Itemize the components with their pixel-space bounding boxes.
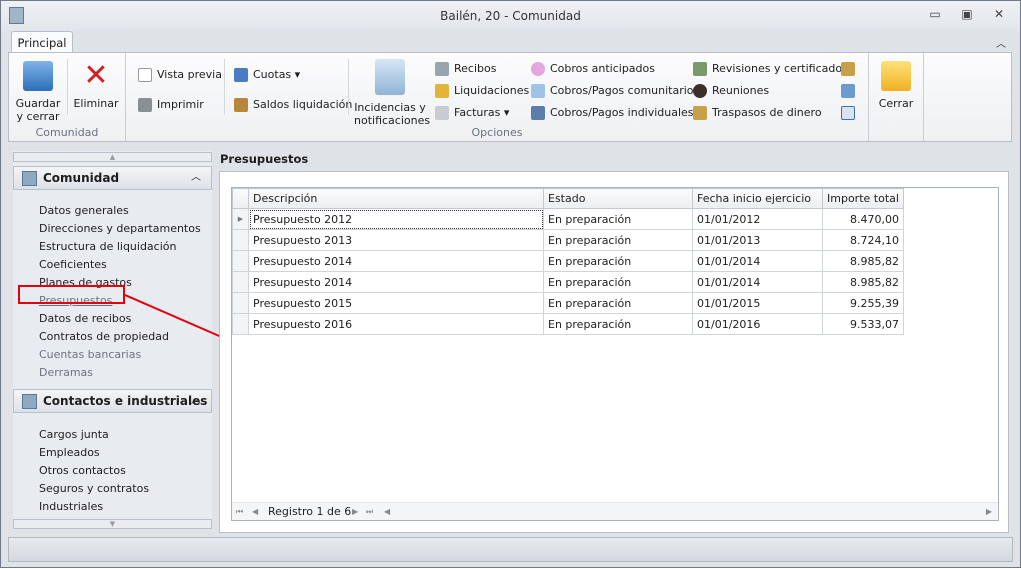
cell[interactable]: En preparación <box>543 271 693 293</box>
window: Bailén, 20 - Comunidad ▭ ▣ ✕ Principal ︿… <box>0 0 1021 568</box>
row-indicator <box>232 292 249 314</box>
table-row[interactable]: ▶ Presupuesto 2012 En preparación 01/01/201… <box>232 208 904 230</box>
cell[interactable]: En preparación <box>543 250 693 272</box>
cell[interactable]: Presupuesto 2014 <box>248 250 544 272</box>
row-indicator <box>232 229 249 251</box>
content-area: Presupuestos Descripción Estado Fecha inic… <box>219 149 1011 533</box>
row-indicator <box>232 313 249 335</box>
row-indicator <box>232 250 249 272</box>
cell[interactable]: 01/01/2013 <box>692 229 823 251</box>
indicator-header <box>232 188 249 209</box>
cell[interactable]: Presupuesto 2016 <box>248 313 544 335</box>
cell[interactable]: Presupuesto 2014 <box>248 271 544 293</box>
cell[interactable]: Presupuesto 2012 <box>248 208 544 230</box>
hscroll-left[interactable]: ◀ <box>384 503 390 521</box>
status-bar <box>8 537 1013 562</box>
hscroll-right[interactable]: ▶ <box>986 503 992 521</box>
cell[interactable]: Presupuesto 2015 <box>248 292 544 314</box>
cell[interactable]: 01/01/2012 <box>692 208 823 230</box>
column-header[interactable]: Descripción <box>248 188 544 209</box>
cell[interactable]: 8.985,82 <box>822 250 904 272</box>
presupuestos-grid: Descripción Estado Fecha inicio ejercicio I… <box>231 187 999 521</box>
column-header[interactable]: Fecha inicio ejercicio <box>692 188 823 209</box>
table-row[interactable]: Presupuesto 2016 En preparación 01/01/2016… <box>232 313 904 335</box>
cell[interactable]: En preparación <box>543 208 693 230</box>
table-row[interactable]: Presupuesto 2014 En preparación 01/01/2014… <box>232 250 904 272</box>
row-indicator: ▶ <box>232 208 249 230</box>
cell[interactable]: 8.724,10 <box>822 229 904 251</box>
cell[interactable]: 01/01/2014 <box>692 250 823 272</box>
table-row[interactable]: Presupuesto 2013 En preparación 01/01/2013… <box>232 229 904 251</box>
cell[interactable]: 9.533,07 <box>822 313 904 335</box>
first-record-button[interactable]: ⏮ <box>236 503 243 521</box>
cell[interactable]: En preparación <box>543 229 693 251</box>
cell[interactable]: 01/01/2015 <box>692 292 823 314</box>
cell[interactable]: 9.255,39 <box>822 292 904 314</box>
record-counter: Registro 1 de 6 <box>268 505 352 518</box>
cell[interactable]: En preparación <box>543 292 693 314</box>
grid-pager: ⏮ ◀ Registro 1 de 6 ▶ ⏭ ◀ ▶ <box>232 502 998 520</box>
grid-header: Descripción Estado Fecha inicio ejercicio I… <box>232 188 904 209</box>
column-header[interactable]: Importe total <box>822 188 904 209</box>
column-header[interactable]: Estado <box>543 188 693 209</box>
prev-record-button[interactable]: ◀ <box>252 503 258 521</box>
row-indicator <box>232 271 249 293</box>
page-title: Presupuestos <box>220 152 309 166</box>
table-row[interactable]: Presupuesto 2014 En preparación 01/01/2014… <box>232 271 904 293</box>
last-record-button[interactable]: ⏭ <box>366 503 373 521</box>
cell[interactable]: Presupuesto 2013 <box>248 229 544 251</box>
cell[interactable]: 8.470,00 <box>822 208 904 230</box>
cell[interactable]: 01/01/2016 <box>692 313 823 335</box>
cell[interactable]: 01/01/2014 <box>692 271 823 293</box>
next-record-button[interactable]: ▶ <box>352 503 358 521</box>
cell[interactable]: En preparación <box>543 313 693 335</box>
table-row[interactable]: Presupuesto 2015 En preparación 01/01/2015… <box>232 292 904 314</box>
cell[interactable]: 8.985,82 <box>822 271 904 293</box>
